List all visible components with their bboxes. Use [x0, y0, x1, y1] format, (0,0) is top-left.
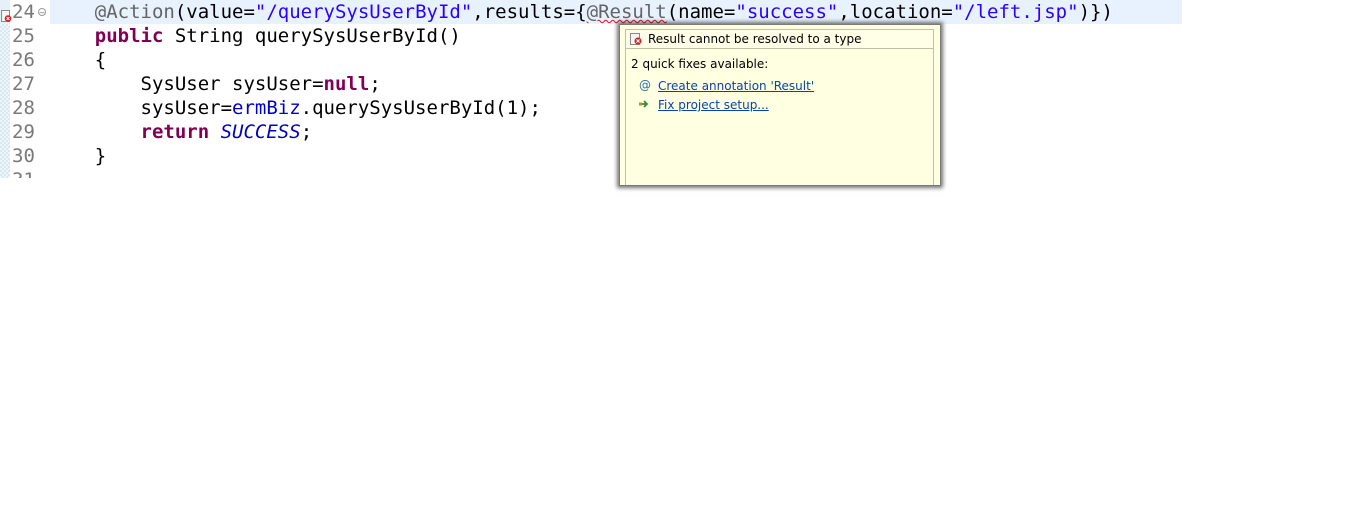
code-text[interactable]: sysUser=ermBiz.querySysUserById(1);: [49, 96, 541, 120]
code-token: .querySysUserById(1);: [300, 97, 541, 119]
quick-fix-label[interactable]: Fix project setup...: [658, 98, 769, 112]
code-token: (value=: [174, 1, 255, 23]
code-token: @Action: [94, 1, 175, 23]
code-text[interactable]: {: [49, 48, 106, 72]
quick-fix-label[interactable]: Create annotation 'Result': [658, 79, 814, 93]
code-text[interactable]: SysUser sysUser=null;: [49, 72, 381, 96]
code-token: "success": [735, 1, 839, 23]
code-token: ,results={: [472, 1, 587, 23]
code-token: String querySysUserById(): [163, 25, 461, 47]
code-token: public: [94, 25, 164, 47]
arrow-fix-icon: [638, 97, 652, 111]
quick-fix-count: 2 quick fixes available:: [631, 57, 769, 71]
code-token: (name=: [666, 1, 736, 23]
quick-fix-body: 2 quick fixes available: @ Create annota…: [625, 49, 934, 185]
line-number: 31: [12, 168, 42, 178]
line-number: 24: [12, 1, 35, 23]
code-token: return: [140, 121, 210, 143]
code-line[interactable]: –24 @Action(value="/querySysUserById",re…: [0, 0, 1366, 24]
code-token: sysUser=: [49, 97, 233, 119]
line-number: 25: [12, 25, 35, 47]
code-token: ;: [300, 121, 313, 143]
line-number: 28: [12, 97, 35, 119]
svg-text:@: @: [639, 78, 651, 92]
code-text[interactable]: public String querySysUserById(): [49, 24, 461, 48]
code-token: "/left.jsp": [952, 1, 1079, 23]
line-number: 27: [12, 73, 35, 95]
line-number: 26: [12, 49, 35, 71]
code-token: ermBiz: [232, 97, 301, 119]
quick-fix-header: Result cannot be resolved to a type: [625, 29, 934, 49]
annotation-icon: @: [638, 78, 652, 92]
code-text[interactable]: @Action(value="/querySysUserById",result…: [49, 0, 1113, 24]
code-token: SysUser sysUser=: [49, 73, 324, 95]
code-token: null: [323, 73, 370, 95]
code-token: ,location=: [838, 1, 953, 23]
line-number: 30: [12, 145, 35, 167]
quick-fix-popup[interactable]: Result cannot be resolved to a type 2 qu…: [619, 24, 941, 186]
code-token: }: [49, 145, 107, 167]
code-token: @Result: [586, 1, 667, 23]
error-icon: [630, 33, 642, 45]
code-text[interactable]: return SUCCESS;: [49, 120, 313, 144]
code-token: {: [49, 49, 107, 71]
code-token: SUCCESS: [220, 121, 301, 143]
quick-fix-title: Result cannot be resolved to a type: [648, 32, 862, 46]
code-token: ;: [369, 73, 381, 95]
error-marker-icon[interactable]: [1, 5, 12, 22]
line-number: 29: [12, 121, 35, 143]
code-token: )}): [1078, 1, 1113, 23]
code-text[interactable]: }: [49, 144, 106, 168]
code-token: "/querySysUserById": [254, 1, 473, 23]
